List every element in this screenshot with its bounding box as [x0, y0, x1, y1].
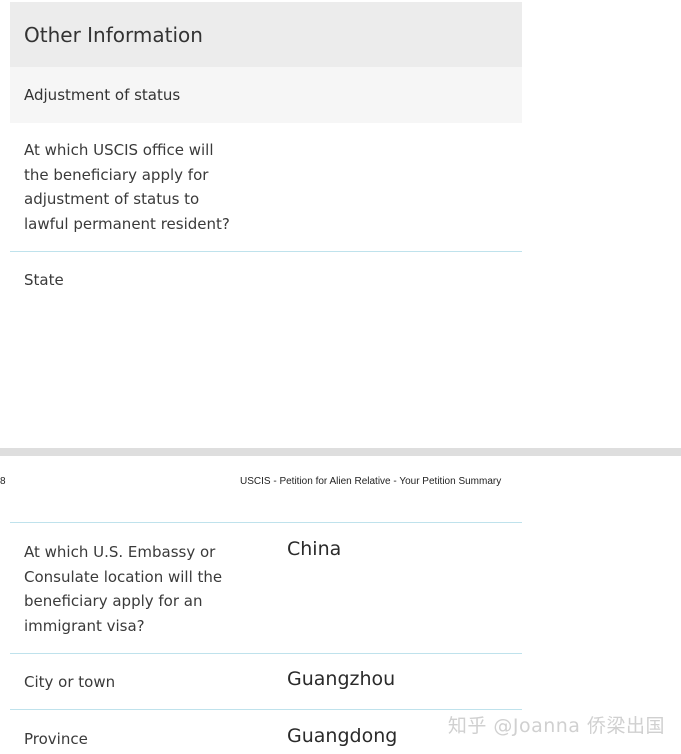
row-divider	[10, 653, 522, 654]
summary-page-1: Other Information Adjustment of status A…	[0, 0, 681, 448]
answer-embassy-location: China	[287, 538, 342, 560]
summary-page-2: 8 USCIS - Petition for Alien Relative - …	[0, 456, 681, 754]
row-state: State	[10, 268, 522, 308]
row-divider	[10, 709, 522, 710]
question-province: Province	[24, 730, 88, 748]
row-divider	[10, 251, 522, 252]
answer-province: Guangdong	[287, 725, 398, 747]
row-embassy-location: At which U.S. Embassy or Consulate locat…	[10, 538, 522, 652]
row-province: Province Guangdong	[10, 725, 522, 754]
question-embassy-location: At which U.S. Embassy or Consulate locat…	[24, 543, 223, 635]
question-uscis-office: At which USCIS office will the beneficia…	[24, 141, 230, 233]
row-divider	[10, 522, 522, 523]
page-header-title: USCIS - Petition for Alien Relative - Yo…	[240, 476, 502, 487]
section-header-other-information: Other Information	[10, 2, 522, 67]
answer-city: Guangzhou	[287, 668, 396, 690]
watermark: 知乎 @Joanna 侨梁出国	[447, 715, 665, 737]
question-city: City or town	[24, 673, 116, 691]
row-uscis-office: At which USCIS office will the beneficia…	[10, 138, 522, 251]
page-break	[0, 448, 681, 456]
section-title: Other Information	[24, 22, 203, 47]
row-city: City or town Guangzhou	[10, 668, 522, 710]
question-state: State	[24, 271, 64, 289]
subsection-adjustment-of-status: Adjustment of status	[10, 67, 522, 123]
subsection-title: Adjustment of status	[24, 86, 181, 104]
page-number: 8	[0, 476, 6, 487]
